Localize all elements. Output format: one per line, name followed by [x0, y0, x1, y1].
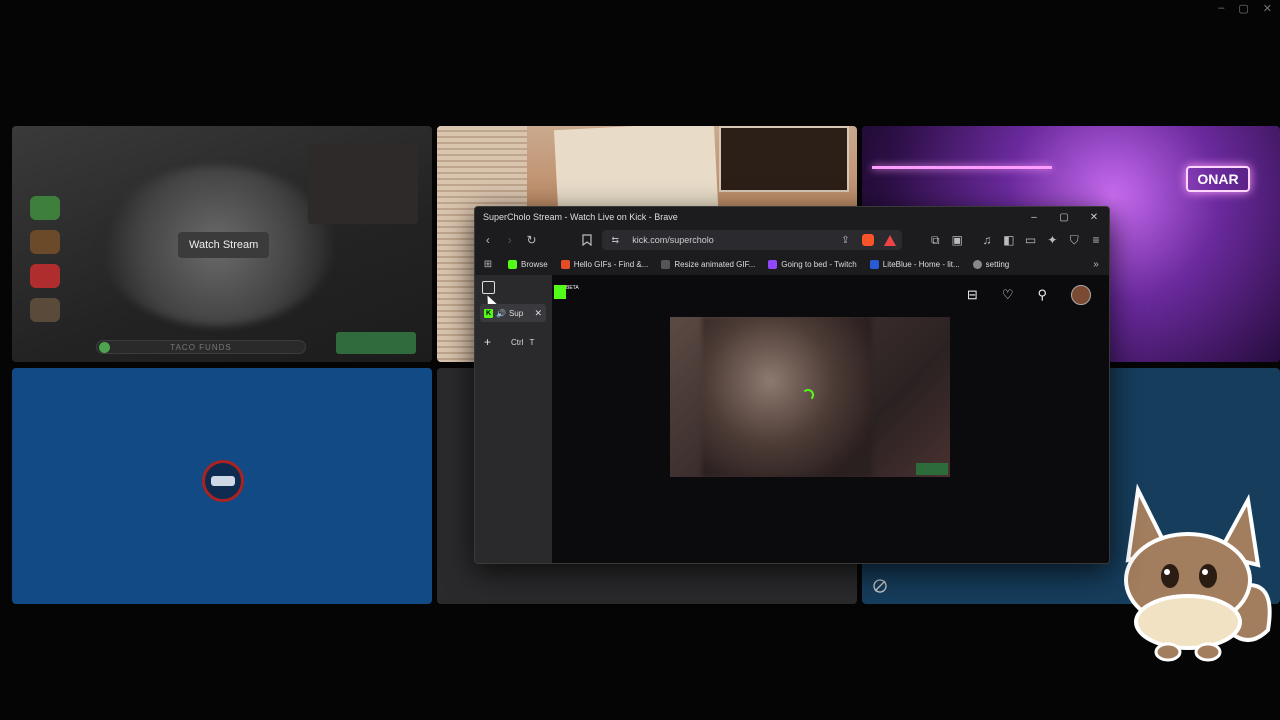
- screenshot-icon[interactable]: ▣: [950, 233, 964, 247]
- bookmark-label: Hello GIFs - Find &...: [573, 259, 649, 269]
- plus-icon[interactable]: +: [484, 335, 491, 349]
- title-bar[interactable]: SuperCholo Stream - Watch Live on Kick -…: [475, 207, 1109, 227]
- taco-funds-bar: TACO FUNDS: [96, 340, 306, 354]
- forward-icon[interactable]: ›: [503, 233, 517, 247]
- maximize-icon[interactable]: ▢: [1238, 2, 1248, 15]
- back-icon[interactable]: ‹: [481, 233, 495, 247]
- menu-icon[interactable]: ≡: [1089, 233, 1103, 247]
- outer-window-controls: – ▢ ✕: [1218, 2, 1272, 15]
- watch-stream-button[interactable]: Watch Stream: [178, 232, 270, 258]
- wallet-icon[interactable]: ▭: [1024, 233, 1038, 247]
- stream-tile-4[interactable]: [12, 368, 432, 604]
- bookmark-resize-gif[interactable]: Resize animated GIF...: [661, 259, 756, 269]
- tab-label: Sup: [508, 308, 524, 318]
- heart-icon[interactable]: ♡: [1002, 287, 1014, 303]
- twitch-icon: [768, 259, 778, 269]
- stream-tile-1[interactable]: Watch Stream TACO FUNDS: [12, 126, 432, 362]
- leo-ai-icon[interactable]: ✦: [1046, 233, 1060, 247]
- header-actions: ⊟ ♡ ⚲: [967, 285, 1091, 305]
- address-bar[interactable]: ⇆ kick.com/supercholo ⇪: [602, 230, 903, 250]
- minimize-icon[interactable]: –: [1218, 2, 1224, 15]
- brave-shields-icon[interactable]: [862, 234, 875, 246]
- window-title: SuperCholo Stream - Watch Live on Kick -…: [483, 212, 678, 222]
- library-icon[interactable]: ⊟: [967, 287, 978, 303]
- gear-icon: [972, 259, 982, 269]
- bookmark-browse[interactable]: Browse: [508, 259, 548, 269]
- window-controls: – ▢ ✕: [1019, 212, 1109, 223]
- camera-overlay: [308, 144, 418, 224]
- video-frame: [702, 317, 872, 477]
- eye-off-icon[interactable]: [872, 578, 890, 596]
- channel-logo: [202, 460, 244, 502]
- bookmarks-bar: ⊞ Browse Hello GIFs - Find &... Resize a…: [475, 253, 1109, 275]
- extensions-icon[interactable]: ⧉: [928, 233, 942, 247]
- tab-supercholo[interactable]: K 🔊 Sup ✕: [480, 304, 546, 322]
- more-bookmarks-icon[interactable]: »: [1089, 257, 1103, 271]
- url-text[interactable]: kick.com/supercholo: [632, 235, 828, 245]
- maximize-button[interactable]: ▢: [1049, 212, 1079, 223]
- vpn-icon[interactable]: ⛉: [1067, 233, 1081, 247]
- bookmark-hello-gifs[interactable]: Hello GIFs - Find &...: [560, 259, 649, 269]
- vertical-tabs-sidebar: K 🔊 Sup ✕ + Ctrl T: [475, 275, 552, 563]
- bookmark-twitch[interactable]: Going to bed - Twitch: [768, 259, 857, 269]
- taco-funds-label: TACO FUNDS: [170, 342, 232, 352]
- search-icon[interactable]: ⚲: [1037, 287, 1047, 303]
- avatar[interactable]: [1071, 285, 1091, 305]
- bookmark-label: Browse: [521, 259, 548, 269]
- wall-poster: [719, 126, 849, 192]
- sidebar-toggle-icon[interactable]: [482, 281, 495, 294]
- toolbar: ‹ › ↻ ⇆ kick.com/supercholo ⇪ ⧉ ▣ ♫ ◧ ▭ …: [475, 227, 1109, 253]
- video-player[interactable]: [670, 317, 950, 477]
- minimize-button[interactable]: –: [1019, 212, 1049, 223]
- new-tab-row[interactable]: + Ctrl T: [484, 335, 534, 349]
- beta-badge: BETA: [566, 285, 579, 291]
- shortcut-t: T: [529, 337, 535, 347]
- shortcut-ctrl: Ctrl: [511, 337, 524, 347]
- desktop: – ▢ ✕ Watch Stream TACO FUNDS ONAR Super…: [0, 0, 1280, 720]
- neon-sign: ONAR: [1186, 166, 1250, 192]
- kick-logo[interactable]: [554, 285, 566, 299]
- close-button[interactable]: ✕: [1079, 212, 1109, 223]
- bookmark-label: setting: [985, 259, 1010, 269]
- emote-column: [30, 196, 70, 322]
- close-icon[interactable]: ✕: [1263, 2, 1272, 15]
- bookmark-label: Going to bed - Twitch: [781, 259, 857, 269]
- eagle-icon: [869, 259, 879, 269]
- bookmark-liteblue[interactable]: LiteBlue - Home - lit...: [869, 259, 960, 269]
- sidebar-icon[interactable]: ◧: [1002, 233, 1016, 247]
- speaker-icon[interactable]: 🔊: [496, 309, 506, 318]
- kick-page: BETA ⊟ ♡ ⚲: [552, 275, 1109, 563]
- bookmark-icon[interactable]: [580, 233, 594, 247]
- site-settings-icon[interactable]: ⇆: [608, 233, 622, 247]
- kick-icon: K: [484, 308, 493, 318]
- progress-dot: [99, 342, 110, 353]
- neon-strip: [872, 166, 1052, 169]
- browser-window[interactable]: SuperCholo Stream - Watch Live on Kick -…: [474, 206, 1110, 564]
- browser-content: K 🔊 Sup ✕ + Ctrl T BETA ⊟ ♡ ⚲: [475, 275, 1109, 563]
- eevee-sticker: [1124, 483, 1272, 662]
- stream-overlay-logo: [916, 463, 948, 475]
- share-icon[interactable]: ⇪: [838, 233, 852, 247]
- brand-logo: [336, 332, 416, 354]
- close-tab-icon[interactable]: ✕: [534, 308, 542, 319]
- brave-rewards-icon[interactable]: [884, 234, 897, 246]
- apps-grid-icon[interactable]: ⊞: [481, 257, 495, 271]
- bookmark-label: Resize animated GIF...: [674, 259, 756, 269]
- kick-icon: [508, 259, 517, 269]
- page-icon: [661, 259, 671, 269]
- music-icon[interactable]: ♫: [980, 233, 994, 247]
- loading-spinner-icon: [802, 389, 814, 401]
- page-icon: [560, 259, 570, 269]
- bookmark-label: LiteBlue - Home - lit...: [882, 259, 960, 269]
- reload-icon[interactable]: ↻: [525, 233, 539, 247]
- bookmark-setting[interactable]: setting: [972, 259, 1010, 269]
